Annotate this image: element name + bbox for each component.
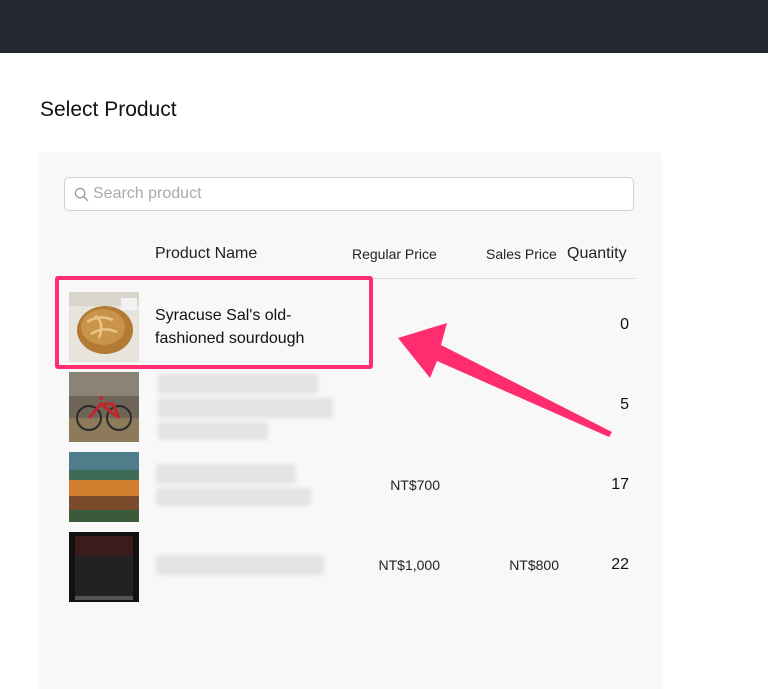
annotation-arrow — [398, 323, 612, 437]
